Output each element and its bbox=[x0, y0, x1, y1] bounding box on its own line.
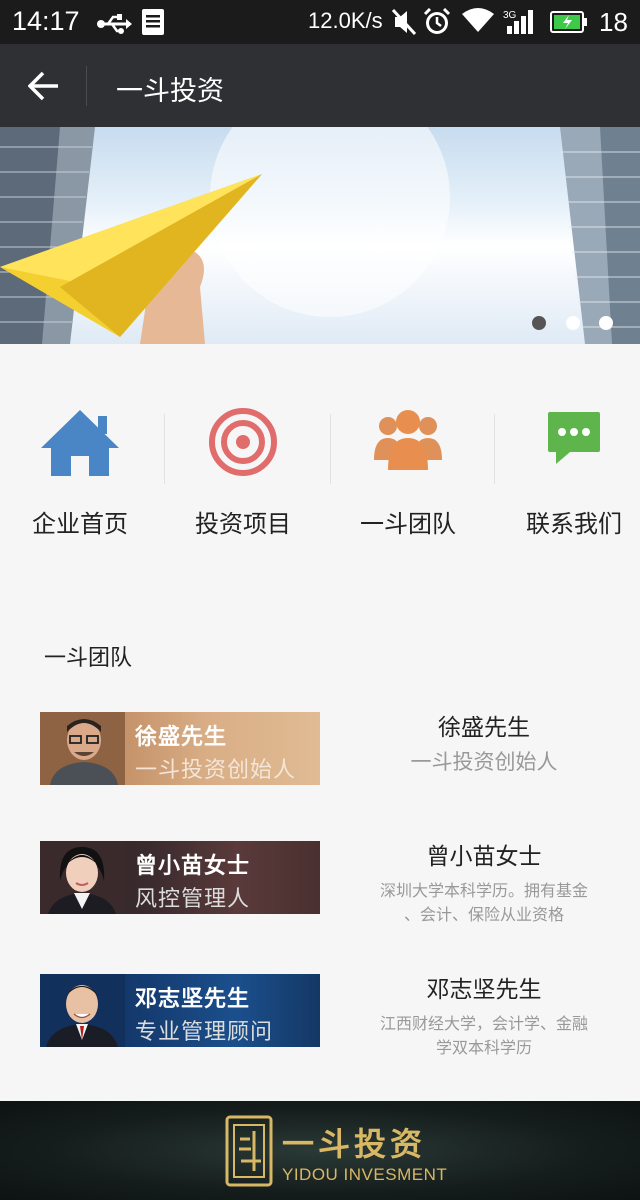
member-desc: 一斗投资创始人 bbox=[410, 750, 558, 774]
member-photo: 曾小苗女士 风控管理人 bbox=[40, 841, 320, 914]
member-desc: 深圳大学本科学历。拥有基金 、会计、保险从业资格 bbox=[350, 879, 618, 927]
member-name: 曾小苗女士 bbox=[426, 844, 542, 870]
photo-name: 邓志坚先生 bbox=[135, 987, 251, 1012]
page-title: 一斗投资 bbox=[116, 76, 224, 107]
status-time: 14:17 bbox=[12, 6, 80, 36]
header-divider bbox=[86, 66, 87, 106]
carousel-dot-1[interactable] bbox=[532, 316, 546, 330]
nav-team[interactable]: 一斗团队 bbox=[328, 390, 488, 540]
brand-name-cn: 一斗投资 bbox=[282, 1125, 427, 1163]
back-arrow-icon[interactable] bbox=[27, 70, 60, 102]
team-member-card[interactable]: 曾小苗女士 风控管理人 曾小苗女士 深圳大学本科学历。拥有基金 、会计、保险从业… bbox=[0, 841, 640, 931]
photo-role: 一斗投资创始人 bbox=[135, 758, 297, 783]
team-member-card[interactable]: 邓志坚先生 专业管理顾问 邓志坚先生 江西财经大学，会计学、金融 学双本科学历 bbox=[0, 974, 640, 1064]
member-desc-line: 深圳大学本科学历。拥有基金 bbox=[379, 881, 588, 900]
carousel-dot-3[interactable] bbox=[599, 316, 613, 330]
member-info: 曾小苗女士 深圳大学本科学历。拥有基金 、会计、保险从业资格 bbox=[350, 837, 618, 927]
nav-contact-label: 联系我们 bbox=[526, 510, 622, 538]
quick-nav: 企业首页 投资项目 一斗团队 联系我们 bbox=[0, 390, 640, 550]
member-info: 邓志坚先生 江西财经大学，会计学、金融 学双本科学历 bbox=[350, 970, 618, 1060]
notification-icon bbox=[142, 9, 164, 41]
member-photo: 邓志坚先生 专业管理顾问 bbox=[40, 974, 320, 1047]
brand-logo-icon bbox=[225, 1115, 273, 1191]
avatar bbox=[40, 712, 125, 785]
mute-icon bbox=[391, 8, 417, 41]
banner-carousel[interactable] bbox=[0, 127, 640, 344]
member-desc-line: 、会计、保险从业资格 bbox=[403, 905, 564, 924]
battery-level: 18 bbox=[599, 7, 628, 37]
net-speed: 12.0K/s bbox=[308, 8, 383, 33]
member-desc: 江西财经大学，会计学、金融 学双本科学历 bbox=[350, 1012, 618, 1060]
team-section-title: 一斗团队 bbox=[44, 646, 133, 671]
photo-name: 曾小苗女士 bbox=[135, 854, 251, 879]
brand-name-en: YIDOU INVESMENT bbox=[282, 1165, 448, 1184]
nav-contact[interactable]: 联系我们 bbox=[494, 390, 640, 540]
network-type-label: 3G bbox=[503, 10, 517, 21]
nav-home[interactable]: 企业首页 bbox=[0, 390, 160, 540]
battery-icon bbox=[550, 10, 588, 40]
member-name: 徐盛先生 bbox=[438, 715, 530, 741]
nav-team-label: 一斗团队 bbox=[360, 510, 456, 538]
app-header: 一斗投资 bbox=[0, 44, 640, 127]
nav-projects-label: 投资项目 bbox=[195, 510, 291, 538]
signal-icon: 3G bbox=[503, 8, 537, 42]
photo-name: 徐盛先生 bbox=[135, 725, 228, 750]
home-icon bbox=[41, 408, 119, 480]
photo-role: 专业管理顾问 bbox=[135, 1020, 274, 1045]
nav-home-label: 企业首页 bbox=[32, 510, 128, 538]
avatar bbox=[40, 974, 125, 1047]
footer-brand: 一斗投资 YIDOU INVESMENT bbox=[0, 1101, 640, 1200]
nav-projects[interactable]: 投资项目 bbox=[163, 390, 323, 540]
member-desc-line: 江西财经大学，会计学、金融 bbox=[379, 1014, 588, 1033]
chat-icon bbox=[546, 408, 602, 470]
photo-role: 风控管理人 bbox=[135, 887, 251, 912]
member-info: 徐盛先生 一斗投资创始人 bbox=[350, 708, 618, 776]
banner-image bbox=[0, 127, 640, 344]
member-photo: 徐盛先生 一斗投资创始人 bbox=[40, 712, 320, 785]
wifi-icon bbox=[462, 8, 494, 40]
member-desc-line: 学双本科学历 bbox=[435, 1038, 532, 1057]
team-icon bbox=[374, 408, 442, 474]
status-bar: 14:17 12.0K/s 3G 18 bbox=[0, 0, 640, 44]
usb-icon bbox=[96, 12, 132, 40]
team-member-card[interactable]: 徐盛先生 一斗投资创始人 徐盛先生 一斗投资创始人 bbox=[0, 712, 640, 802]
avatar bbox=[40, 841, 125, 914]
member-name: 邓志坚先生 bbox=[426, 977, 542, 1003]
alarm-icon bbox=[423, 7, 451, 42]
target-icon bbox=[209, 408, 277, 480]
carousel-dot-2[interactable] bbox=[566, 316, 580, 330]
